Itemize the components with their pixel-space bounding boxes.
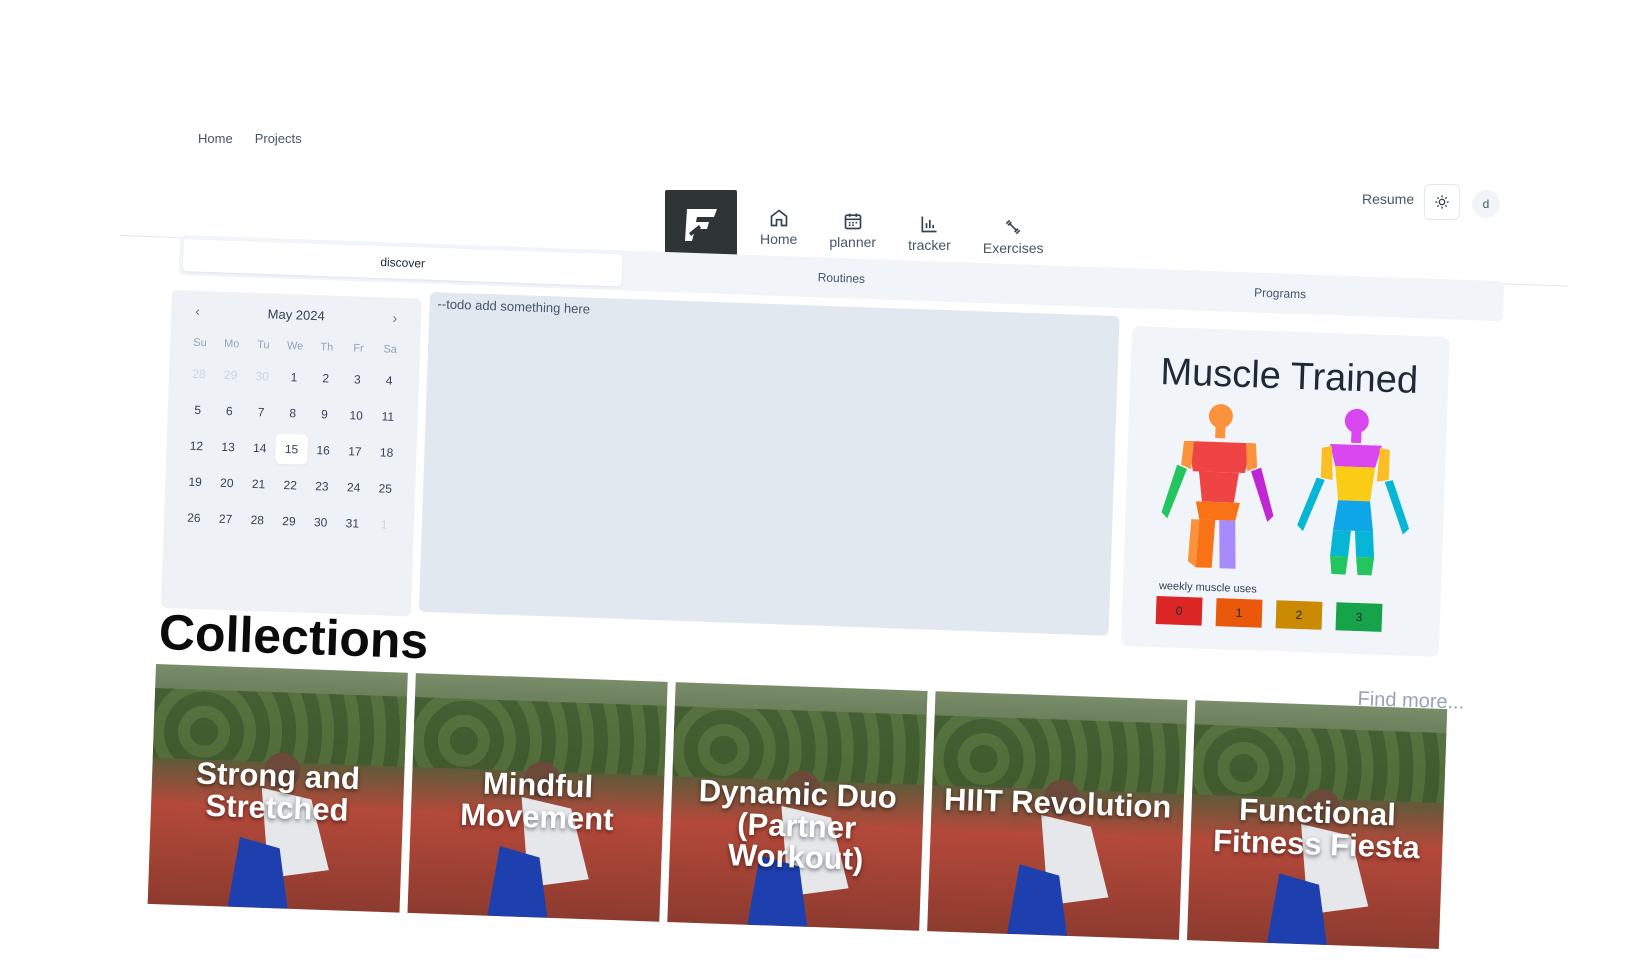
calendar-day[interactable]: 28 [183, 358, 216, 389]
chevron-right-icon[interactable]: › [392, 310, 397, 326]
collection-card-title: Strong and Stretched [195, 755, 361, 828]
calendar-day[interactable]: 2 [309, 363, 342, 394]
calendar-day[interactable]: 24 [337, 472, 370, 503]
tab-routines[interactable]: Routines [621, 254, 1061, 301]
calendar-icon [844, 213, 862, 230]
muscle-legend: 0 1 2 3 [1142, 596, 1421, 634]
calendar-day[interactable]: 22 [274, 470, 307, 501]
calendar-day[interactable]: 18 [370, 437, 403, 468]
calendar-day[interactable]: 19 [179, 466, 212, 497]
legend-swatch-2: 2 [1275, 600, 1323, 630]
calendar-day[interactable]: 16 [307, 435, 340, 466]
calendar-day[interactable]: 27 [209, 503, 242, 534]
calendar-dow: Fr [353, 342, 364, 355]
calendar-day[interactable]: 31 [336, 508, 369, 539]
todo-panel: --todo add something here [418, 292, 1120, 636]
calendar-day[interactable]: 29 [273, 506, 306, 537]
calendar-day[interactable]: 7 [245, 397, 278, 428]
chevron-left-icon[interactable]: ‹ [195, 303, 200, 319]
calendar-dow: Th [320, 341, 334, 354]
calendar: ‹ May 2024 › Su Mo Tu We Th Fr Sa 28 29 30 1 2 3 4 5 6 7… [160, 290, 422, 617]
home-icon [770, 209, 788, 227]
collection-card-title: Dynamic Duo (Partner Workout) [698, 773, 898, 878]
theme-toggle-button[interactable] [1424, 184, 1460, 220]
calendar-dow: Mo [223, 337, 240, 351]
calendar-dow: Su [193, 336, 207, 350]
collection-card-title: Mindful Movement [459, 765, 615, 837]
calendar-day[interactable]: 15 [275, 433, 308, 465]
calendar-day[interactable]: 1 [368, 509, 401, 540]
collection-card[interactable]: Dynamic Duo (Partner Workout) [667, 682, 928, 931]
collection-card[interactable]: HIIT Revolution [927, 691, 1188, 940]
sun-icon [1435, 195, 1449, 209]
calendar-day[interactable]: 23 [306, 471, 339, 502]
calendar-day[interactable]: 26 [178, 502, 211, 533]
calendar-dow: Tu [256, 339, 270, 352]
calendar-day[interactable]: 13 [212, 432, 245, 463]
nav-planner[interactable]: planner [829, 211, 876, 256]
athlete-image [1007, 779, 1109, 936]
collection-card[interactable]: Strong and Stretched [147, 664, 408, 913]
calendar-dow: We [286, 340, 304, 353]
nav-exercises-label: Exercises [982, 240, 1044, 256]
collection-card[interactable]: Functional Fitness Fiesta [1186, 700, 1448, 949]
tab-discover[interactable]: discover [182, 239, 623, 287]
front-body-diagram [1161, 404, 1274, 569]
calendar-day[interactable]: 17 [339, 436, 372, 467]
calendar-day[interactable]: 21 [242, 469, 275, 500]
main-nav: Home planner tracker Exercises [760, 208, 1044, 256]
logo-icon [685, 209, 717, 241]
muscle-trained-panel: Muscle Trained weekly muscle uses 0 1 2 … [1120, 326, 1450, 657]
collections-cards: Strong and Stretched Mindful Movement Dyna… [147, 664, 1456, 979]
calendar-day[interactable]: 30 [304, 507, 337, 538]
nav-planner-label: planner [829, 234, 877, 250]
calendar-day[interactable]: 4 [373, 365, 406, 396]
calendar-day[interactable]: 25 [369, 473, 402, 504]
calendar-day[interactable]: 12 [180, 430, 213, 461]
tab-programs[interactable]: Programs [1060, 270, 1500, 317]
calendar-day[interactable]: 5 [181, 394, 214, 425]
body-diagrams [1144, 400, 1428, 578]
collections-title: Collections [158, 603, 430, 670]
legend-swatch-0: 0 [1155, 596, 1203, 626]
dumbbell-icon [1005, 219, 1021, 235]
top-nav-projects-link[interactable]: Projects [255, 131, 302, 146]
nav-exercises[interactable]: Exercises [983, 217, 1044, 256]
calendar-day[interactable]: 30 [246, 361, 279, 392]
calendar-month: May 2024 [267, 305, 326, 323]
legend-swatch-1: 1 [1215, 598, 1263, 628]
nav-tracker-label: tracker [908, 237, 951, 253]
legend-swatch-3: 3 [1335, 602, 1383, 632]
avatar[interactable]: d [1472, 190, 1500, 218]
top-nav: Home Projects [198, 131, 302, 146]
calendar-day[interactable]: 9 [308, 399, 341, 430]
nav-home-label: Home [760, 231, 798, 247]
calendar-day[interactable]: 1 [278, 362, 311, 393]
calendar-day[interactable]: 8 [276, 398, 309, 429]
todo-text: --todo add something here [437, 296, 591, 317]
bar-chart-icon [921, 216, 937, 233]
calendar-day[interactable]: 11 [371, 401, 404, 432]
calendar-day[interactable]: 14 [243, 433, 276, 464]
collection-card[interactable]: Mindful Movement [407, 673, 668, 922]
calendar-day[interactable]: 3 [341, 364, 374, 395]
calendar-day[interactable]: 29 [214, 360, 247, 391]
collection-card-title: HIIT Revolution [943, 781, 1172, 825]
collection-card-title: Functional Fitness Fiesta [1212, 791, 1421, 865]
calendar-day[interactable]: 28 [241, 505, 274, 536]
calendar-header: ‹ May 2024 › [185, 302, 407, 326]
calendar-day[interactable]: 10 [340, 400, 373, 431]
calendar-day[interactable]: 20 [210, 467, 243, 498]
resume-link[interactable]: Resume [1362, 191, 1414, 207]
app-logo[interactable] [665, 190, 737, 260]
back-body-diagram [1297, 408, 1410, 576]
calendar-dow: Sa [383, 343, 398, 356]
calendar-grid: Su Mo Tu We Th Fr Sa 28 29 30 1 2 3 4 5 6 7 8 9 10 11 12 13 14 1… [178, 332, 407, 540]
calendar-day[interactable]: 6 [213, 396, 246, 427]
nav-home[interactable]: Home [760, 208, 797, 256]
top-nav-home-link[interactable]: Home [198, 131, 233, 146]
nav-tracker[interactable]: tracker [908, 214, 951, 256]
muscle-title: Muscle Trained [1159, 351, 1419, 403]
